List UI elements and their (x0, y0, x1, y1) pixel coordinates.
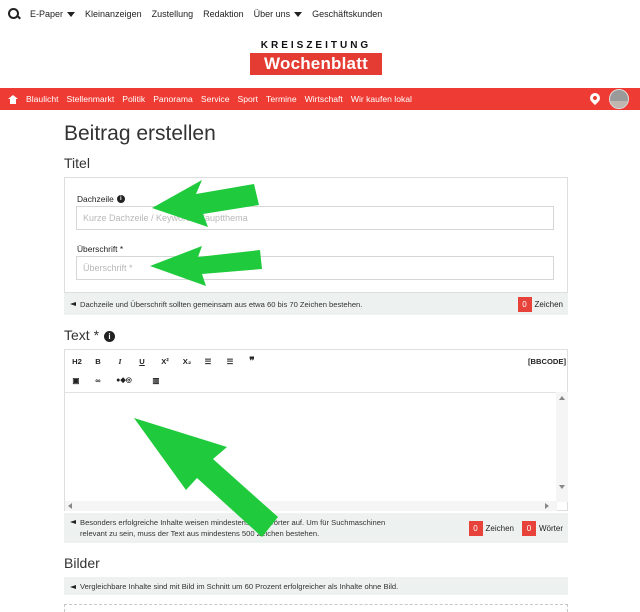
count-label: Zeichen (485, 523, 514, 533)
nav-item-politik[interactable]: Politik (122, 94, 145, 104)
text-editor-area[interactable] (65, 392, 557, 502)
titel-hint-bar: Dachzeile und Überschrift sollten gemein… (64, 293, 568, 315)
titel-hint-text: Dachzeile und Überschrift sollten gemein… (80, 299, 363, 309)
scroll-up-icon[interactable] (559, 396, 565, 400)
scroll-right-icon[interactable] (545, 503, 549, 509)
location-pin-icon[interactable] (587, 90, 603, 106)
bullet-list-icon[interactable]: ☰ (202, 355, 214, 369)
topbar-item-ueber-uns[interactable]: Über uns (254, 9, 303, 19)
text-hint-content: Besonders erfolgreiche Inhalte weisen mi… (80, 517, 385, 539)
dachzeile-label-text: Dachzeile (77, 194, 114, 204)
site-logo[interactable]: KREISZEITUNG Wochenblatt (250, 40, 382, 76)
scroll-down-icon[interactable] (559, 485, 565, 489)
count-badge: 0 (517, 296, 532, 312)
chevron-down-icon (67, 11, 76, 17)
search-icon[interactable] (8, 8, 20, 20)
nav-item-termine[interactable]: Termine (266, 94, 297, 104)
avatar[interactable] (609, 89, 629, 109)
bold-button[interactable]: B (93, 355, 103, 369)
info-icon[interactable]: i (116, 195, 125, 203)
topbar-item-epaper[interactable]: E-Paper (30, 9, 76, 19)
topbar-item-redaktion[interactable]: Redaktion (203, 9, 244, 19)
section-heading-titel: Titel (64, 155, 90, 171)
text-editor: H2 B I U X² X₂ ☰ ☰ ❞ [BBCODE] ▣ ∞ ●◆◎ ▥ (64, 349, 568, 511)
vertical-scrollbar[interactable] (556, 392, 568, 502)
bilder-hint-bar: Vergleichbare Inhalte sind mit Bild im S… (64, 577, 568, 595)
megaphone-icon (70, 301, 77, 307)
titel-char-counter: 0 Zeichen (517, 296, 563, 312)
text-heading-label: Text * (64, 327, 100, 343)
nav-item-wirtschaft[interactable]: Wirtschaft (305, 94, 343, 104)
scroll-left-icon[interactable] (68, 503, 72, 509)
link-icon[interactable]: ∞ (92, 374, 104, 388)
megaphone-icon (70, 584, 77, 590)
titel-hint: Dachzeile und Überschrift sollten gemein… (64, 299, 518, 310)
text-word-counter: 0 Wörter (522, 520, 563, 536)
text-hint: Besonders erfolgreiche Inhalte weisen mi… (64, 517, 469, 539)
main-nav: Blaulicht Stellenmarkt Politik Panorama … (0, 88, 640, 110)
ueberschrift-input[interactable] (76, 256, 554, 280)
h2-button[interactable]: H2 (70, 355, 84, 369)
topbar-label: E-Paper (30, 9, 64, 19)
topbar-label: Über uns (253, 9, 291, 19)
chevron-down-icon (294, 11, 303, 17)
ueberschrift-label: Überschrift * (77, 244, 124, 254)
nav-item-wir-kaufen-lokal[interactable]: Wir kaufen lokal (351, 94, 412, 104)
logo-top-text: KREISZEITUNG (260, 40, 372, 51)
map-icon[interactable]: ▥ (150, 374, 162, 388)
topbar-item-geschaeftskunden[interactable]: Geschäftskunden (312, 9, 382, 19)
count-label: Zeichen (534, 299, 563, 309)
social-icons[interactable]: ●◆◎ (113, 374, 135, 388)
nav-item-stellenmarkt[interactable]: Stellenmarkt (66, 94, 114, 104)
horizontal-scrollbar[interactable] (65, 501, 557, 511)
nav-item-blaulicht[interactable]: Blaulicht (26, 94, 58, 104)
megaphone-icon (70, 519, 77, 525)
italic-button[interactable]: I (115, 355, 125, 369)
bilder-hint-text: Vergleichbare Inhalte sind mit Bild im S… (80, 581, 399, 591)
logo-main-text: Wochenblatt (250, 53, 382, 75)
superscript-button[interactable]: X² (159, 355, 171, 369)
count-badge: 0 (468, 520, 483, 536)
dachzeile-label: Dachzeile i (77, 194, 125, 204)
dachzeile-input[interactable] (76, 206, 554, 230)
nav-item-sport[interactable]: Sport (238, 94, 259, 104)
nav-item-panorama[interactable]: Panorama (153, 94, 193, 104)
page-title: Beitrag erstellen (64, 122, 216, 145)
top-utility-bar: E-Paper Kleinanzeigen Zustellung Redakti… (0, 0, 640, 28)
bbcode-toggle[interactable]: [BBCODE] (526, 355, 566, 369)
quote-icon[interactable]: ❞ (246, 355, 258, 369)
home-icon[interactable] (8, 94, 18, 104)
numbered-list-icon[interactable]: ☰ (224, 355, 236, 369)
topbar-item-zustellung[interactable]: Zustellung (152, 9, 194, 19)
text-char-counter: 0 Zeichen (468, 520, 514, 536)
image-dropzone[interactable] (64, 604, 568, 612)
topbar-item-kleinanzeigen[interactable]: Kleinanzeigen (85, 9, 142, 19)
text-hint-bar: Besonders erfolgreiche Inhalte weisen mi… (64, 513, 568, 543)
underline-button[interactable]: U (137, 355, 147, 369)
section-heading-bilder: Bilder (64, 555, 100, 571)
count-badge: 0 (522, 520, 536, 536)
info-icon[interactable]: i (104, 331, 116, 342)
text-hint-line: Besonders erfolgreiche Inhalte weisen mi… (80, 518, 386, 527)
youtube-icon[interactable]: ▣ (70, 374, 82, 388)
nav-item-service[interactable]: Service (201, 94, 230, 104)
count-label: Wörter (539, 523, 563, 533)
subscript-button[interactable]: X₂ (181, 355, 193, 369)
section-heading-text: Text * i (64, 327, 116, 343)
text-hint-line: relevant zu sein, muss der Text aus mind… (80, 529, 320, 538)
